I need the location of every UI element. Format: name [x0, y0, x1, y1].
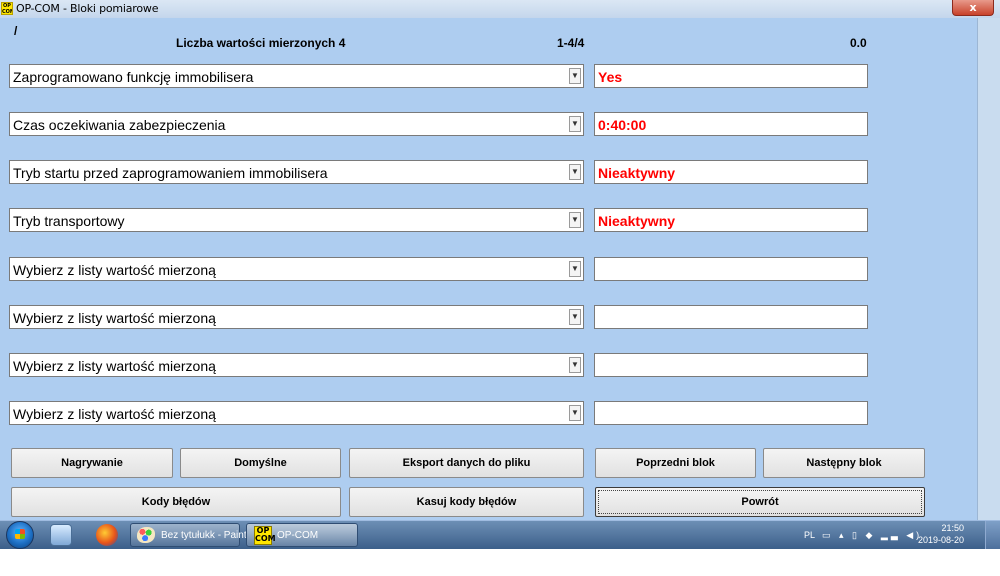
measurement-select[interactable]: Czas oczekiwania zabezpieczenia ▼	[9, 112, 584, 136]
taskbar-item-label: Bez tytułukk - Paint	[161, 530, 247, 541]
header-value: 0.0	[850, 36, 867, 50]
window-title-bar[interactable]: OP COM OP-COM - Bloki pomiarowe x	[0, 0, 1000, 19]
firefox-icon[interactable]	[96, 524, 118, 546]
chevron-down-icon[interactable]: ▼	[569, 68, 581, 84]
clock-date[interactable]: 2019-08-20	[918, 535, 964, 545]
close-button[interactable]: x	[952, 0, 994, 16]
tray-icons[interactable]: ▭ ▴ ▯ ◆ ▂▃ ◀)	[822, 530, 922, 541]
chevron-down-icon[interactable]: ▼	[569, 309, 581, 325]
measurement-value: Yes	[598, 69, 623, 85]
chevron-down-icon[interactable]: ▼	[569, 405, 581, 421]
opcom-app-icon: OP COM	[254, 526, 276, 545]
measured-values-count: Liczba wartości mierzonych 4	[176, 36, 346, 50]
measurement-value-field: Nieaktywny	[594, 160, 868, 184]
measurement-value: 0:40:00	[598, 117, 647, 133]
measurement-select[interactable]: Wybierz z listy wartość mierzoną ▼	[9, 401, 584, 425]
measurement-select-label: Zaprogramowano funkcję immobilisera	[13, 69, 254, 85]
measurement-select-label: Czas oczekiwania zabezpieczenia	[13, 117, 226, 133]
measurement-row: Tryb startu przed zaprogramowaniem immob…	[0, 160, 977, 184]
measurement-select[interactable]: Tryb transportowy ▼	[9, 208, 584, 232]
window-title: OP-COM - Bloki pomiarowe	[16, 2, 159, 15]
previous-block-button[interactable]: Poprzedni blok	[595, 448, 756, 478]
measurement-select[interactable]: Wybierz z listy wartość mierzoną ▼	[9, 257, 584, 281]
chevron-down-icon[interactable]: ▼	[569, 212, 581, 228]
measurement-select[interactable]: Tryb startu przed zaprogramowaniem immob…	[9, 160, 584, 184]
measurement-select[interactable]: Wybierz z listy wartość mierzoną ▼	[9, 305, 584, 329]
measurement-value-field	[594, 305, 868, 329]
clear-error-codes-button[interactable]: Kasuj kody błędów	[349, 487, 584, 517]
measurement-select-label: Wybierz z listy wartość mierzoną	[13, 358, 216, 374]
measurement-select-label: Wybierz z listy wartość mierzoną	[13, 310, 216, 326]
taskbar-item-paint[interactable]: Bez tytułukk - Paint	[130, 523, 247, 547]
measurement-value-field	[594, 401, 868, 425]
window-side-strip	[977, 18, 1000, 520]
measurement-select-label: Wybierz z listy wartość mierzoną	[13, 406, 216, 422]
file-explorer-icon[interactable]	[50, 524, 72, 546]
next-block-button[interactable]: Następny blok	[763, 448, 925, 478]
measurement-select[interactable]: Wybierz z listy wartość mierzoną ▼	[9, 353, 584, 377]
measurement-row: Tryb transportowy ▼ Nieaktywny	[0, 208, 977, 232]
measurement-row: Czas oczekiwania zabezpieczenia ▼ 0:40:0…	[0, 112, 977, 136]
path-indicator: /	[14, 24, 18, 38]
measurement-value-field	[594, 257, 868, 281]
taskbar-item-opcom[interactable]: OP COM OP-COM	[246, 523, 358, 547]
language-indicator[interactable]: PL	[804, 530, 815, 540]
measurement-row: Wybierz z listy wartość mierzoną ▼	[0, 305, 977, 329]
paint-palette-icon	[137, 527, 155, 543]
measurement-row: Wybierz z listy wartość mierzoną ▼	[0, 401, 977, 425]
export-data-button[interactable]: Eksport danych do pliku	[349, 448, 584, 478]
chevron-down-icon[interactable]: ▼	[569, 164, 581, 180]
measurement-row: Wybierz z listy wartość mierzoną ▼	[0, 257, 977, 281]
range-indicator: 1-4/4	[557, 36, 585, 50]
measurement-blocks-panel: / Liczba wartości mierzonych 4 1-4/4 0.0…	[0, 18, 977, 520]
measurement-select[interactable]: Zaprogramowano funkcję immobilisera ▼	[9, 64, 584, 88]
taskbar: Bez tytułukk - Paint OP COM OP-COM PL ▭ …	[0, 520, 1000, 549]
defaults-button[interactable]: Domyślne	[180, 448, 341, 478]
chevron-down-icon[interactable]: ▼	[569, 357, 581, 373]
chevron-down-icon[interactable]: ▼	[569, 261, 581, 277]
measurement-value-field: Yes	[594, 64, 868, 88]
measurement-select-label: Tryb transportowy	[13, 213, 125, 229]
measurement-value-field: 0:40:00	[594, 112, 868, 136]
measurement-row: Zaprogramowano funkcję immobilisera ▼ Ye…	[0, 64, 977, 88]
error-codes-button[interactable]: Kody błędów	[11, 487, 341, 517]
measurement-value-field: Nieaktywny	[594, 208, 868, 232]
system-tray: PL ▭ ▴ ▯ ◆ ▂▃ ◀) 21:50 2019-08-20	[804, 521, 964, 549]
record-button[interactable]: Nagrywanie	[11, 448, 173, 478]
clock-time[interactable]: 21:50	[941, 523, 964, 533]
measurement-value: Nieaktywny	[598, 165, 676, 181]
taskbar-item-label: OP-COM	[277, 530, 319, 541]
measurement-select-label: Tryb startu przed zaprogramowaniem immob…	[13, 165, 328, 181]
back-button[interactable]: Powrót	[595, 487, 925, 517]
measurement-select-label: Wybierz z listy wartość mierzoną	[13, 262, 216, 278]
show-desktop-button[interactable]	[985, 521, 1000, 549]
opcom-app-icon: OP COM	[1, 2, 13, 15]
start-button[interactable]	[6, 521, 34, 549]
measurement-value: Nieaktywny	[598, 213, 676, 229]
measurement-value-field	[594, 353, 868, 377]
chevron-down-icon[interactable]: ▼	[569, 116, 581, 132]
measurement-row: Wybierz z listy wartość mierzoną ▼	[0, 353, 977, 377]
